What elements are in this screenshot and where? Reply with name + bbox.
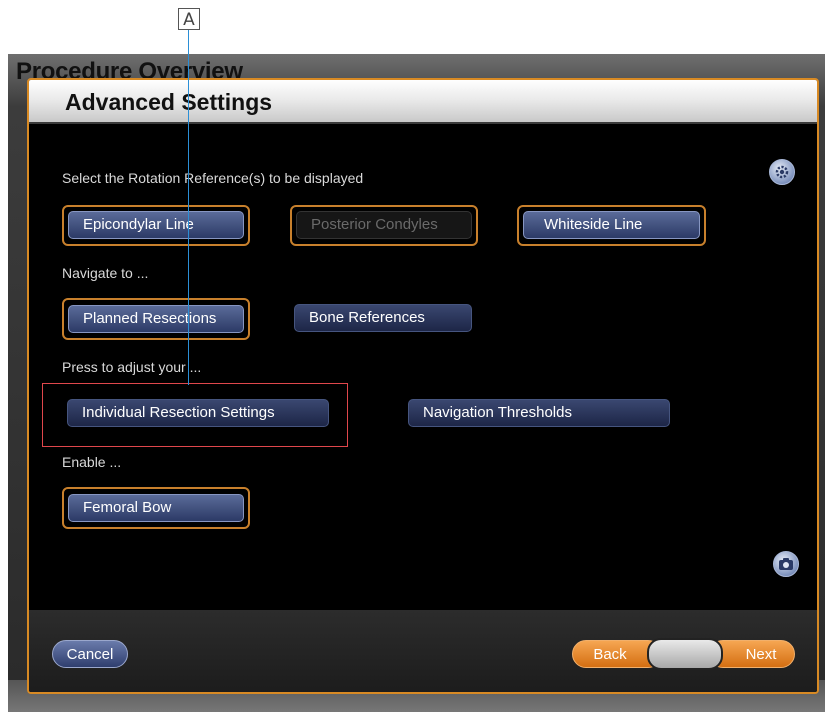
bone-references-button[interactable]: Bone References [294,304,472,332]
callout-label: A [178,8,200,30]
dialog-title: Advanced Settings [65,89,273,115]
femoral-bow-button[interactable]: Femoral Bow [68,494,244,522]
gear-icon[interactable] [769,159,795,185]
epicondylar-line-button[interactable]: Epicondylar Line [68,211,244,239]
dialog-footer: Cancel Back Next [29,610,817,692]
dialog-header: Advanced Settings [29,80,817,124]
whiteside-line-button[interactable]: Whiteside Line [523,211,700,239]
rotation-prompt: Select the Rotation Reference(s) to be d… [62,170,364,186]
camera-icon[interactable] [773,551,799,577]
cancel-button[interactable]: Cancel [52,640,128,668]
navigate-prompt: Navigate to ... [62,265,149,281]
center-pill-button[interactable] [647,638,723,670]
camera-icon-glyph [779,558,793,570]
enable-prompt: Enable ... [62,454,122,470]
navigation-thresholds-button[interactable]: Navigation Thresholds [408,399,670,427]
planned-resections-button[interactable]: Planned Resections [68,305,244,333]
callout-line [188,30,189,385]
highlight-box [42,383,348,447]
posterior-condyles-button[interactable]: Posterior Condyles [296,211,472,239]
adjust-prompt: Press to adjust your ... [62,359,202,375]
gear-icon-glyph [775,165,789,179]
